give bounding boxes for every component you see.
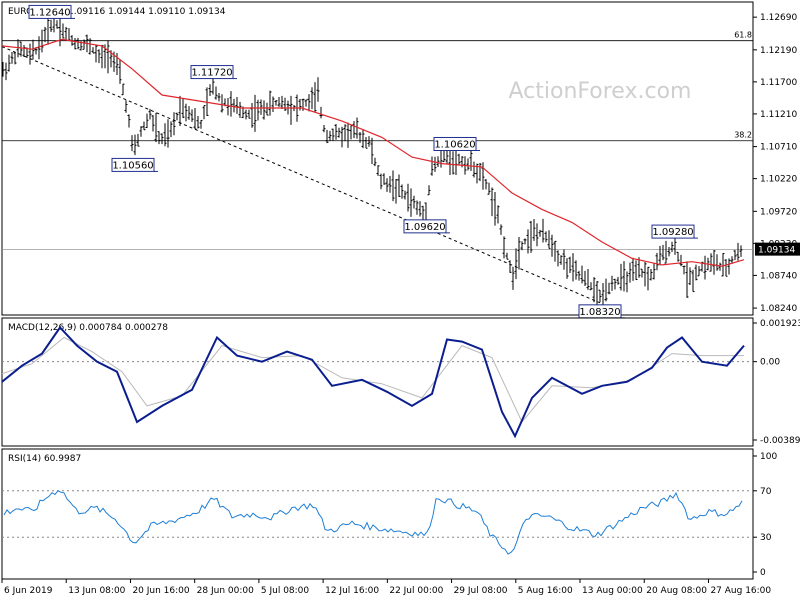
price-callout-label: 1.11720 — [191, 68, 232, 79]
price-axis-label: 1.10710 — [760, 143, 797, 153]
price-axis-label: 1.08740 — [760, 271, 797, 281]
price-axis-label: 1.12190 — [760, 46, 797, 56]
price-axis-label: 1.11700 — [760, 78, 797, 88]
time-axis-label: 20 Jun 16:00 — [132, 586, 189, 596]
price-axis-label: 1.12690 — [760, 13, 797, 23]
time-axis-label: 5 Jul 08:00 — [261, 586, 310, 596]
time-axis-label: 13 Aug 00:00 — [582, 586, 643, 596]
time-axis-label: 28 Jun 00:00 — [197, 586, 254, 596]
price-axis-label: 1.11210 — [760, 110, 797, 120]
time-axis-label: 13 Jun 08:00 — [68, 586, 125, 596]
time-axis-label: 20 Aug 08:00 — [646, 586, 707, 596]
time-axis-label: 27 Aug 16:00 — [710, 586, 771, 596]
time-axis-label: 5 Aug 16:00 — [518, 586, 573, 596]
time-axis-label: 22 Jul 00:00 — [389, 586, 443, 596]
price-callout-label: 1.09620 — [404, 222, 445, 233]
time-axis-label: 12 Jul 16:00 — [325, 586, 379, 596]
rsi-axis-label: 30 — [760, 533, 772, 543]
ohlc-readout: 1.09116 1.09144 1.09110 1.09134 — [68, 7, 226, 17]
chart-window: EURCHF,H4 1.09116 1.09144 1.09110 1.0913… — [0, 0, 800, 600]
price-callout-label: 1.10560 — [112, 160, 153, 171]
macd-axis-label: 0.001923 — [760, 319, 800, 329]
price-callout-label: 1.09280 — [652, 227, 693, 238]
time-axis-label: 6 Jun 2019 — [4, 586, 53, 596]
rsi-panel-title: RSI(14) 60.9987 — [8, 454, 81, 464]
price-axis-label: 1.08240 — [760, 304, 797, 314]
price-callout-label: 1.12640 — [29, 7, 70, 18]
macd-axis-label: 0.00 — [760, 358, 780, 368]
rsi-axis-label: 100 — [760, 452, 777, 462]
price-axis-label: 1.09720 — [760, 207, 797, 217]
price-callout-label: 1.10620 — [434, 139, 475, 150]
price-callout-label: 1.08320 — [579, 307, 620, 318]
rsi-axis-label: 0 — [760, 568, 766, 578]
watermark-text: ActionForex.com — [509, 79, 692, 104]
fib-level-label: 61.8 — [734, 31, 752, 40]
macd-panel-title: MACD(12,26,9) 0.000784 0.000278 — [8, 323, 168, 333]
rsi-axis-label: 70 — [760, 487, 772, 497]
fib-level-label: 38.2 — [734, 131, 752, 140]
macd-axis-label: -0.003896 — [760, 436, 800, 446]
price-axis-label: 1.10220 — [760, 175, 797, 185]
time-axis-label: 29 Jul 08:00 — [454, 586, 508, 596]
current-price-label: 1.09134 — [758, 246, 795, 256]
